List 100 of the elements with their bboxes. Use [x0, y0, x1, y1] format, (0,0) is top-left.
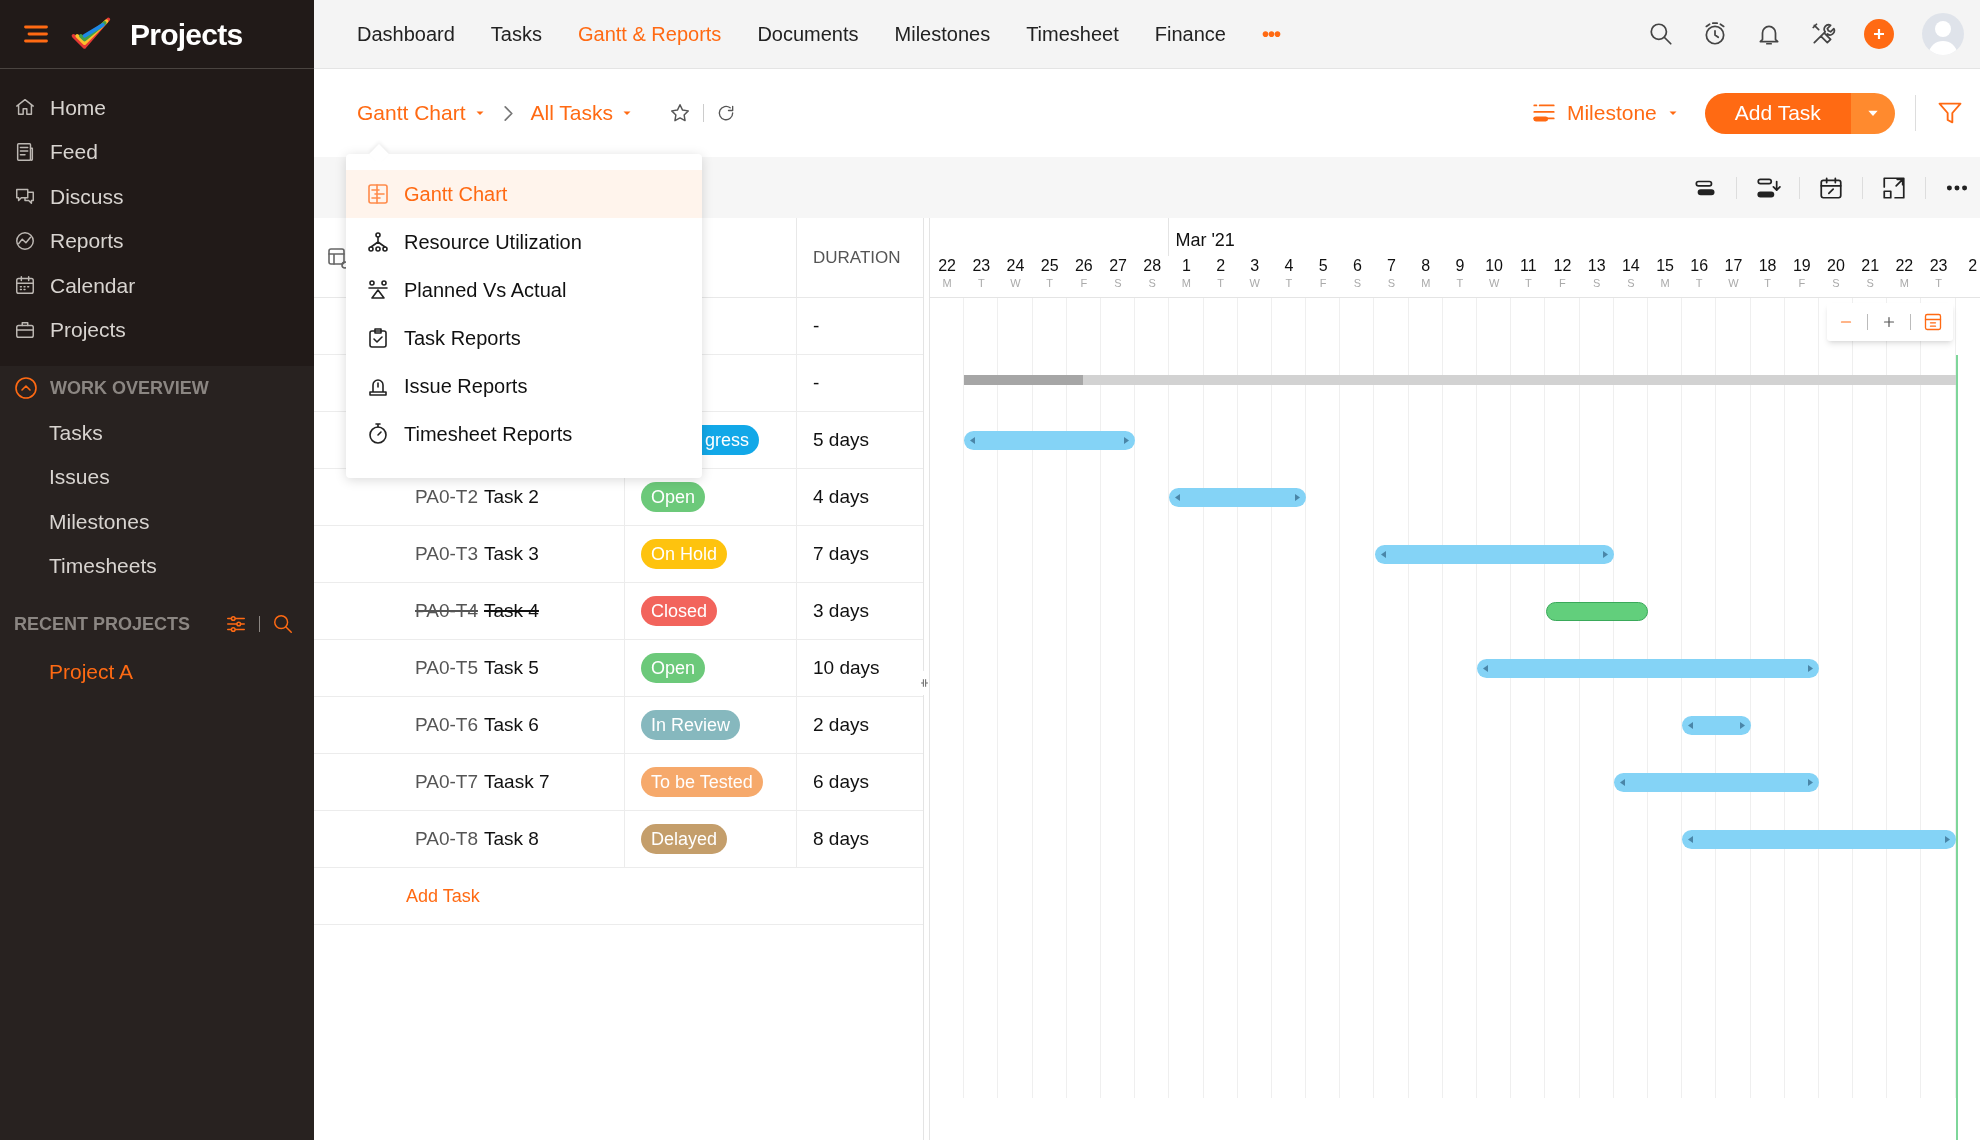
expand-icon[interactable] [1880, 174, 1907, 201]
weekday-label: M [1421, 276, 1431, 290]
task-bar[interactable] [1682, 716, 1751, 735]
day-number: 20 [1827, 256, 1845, 276]
weekday-label: T [1046, 276, 1053, 290]
task-name[interactable]: Task 2 [484, 482, 539, 512]
task-name[interactable]: Task 4 [484, 596, 539, 626]
weekday-label: W [1728, 276, 1739, 290]
task-id: PA0-T8 [415, 826, 478, 851]
day-number: 10 [1485, 256, 1503, 276]
sidebar-item[interactable]: Reports [0, 218, 314, 263]
day-number: 5 [1318, 256, 1328, 276]
duration-cell-text: 4 days [813, 484, 869, 509]
tools-icon[interactable] [1809, 21, 1836, 47]
fit-calendar-icon[interactable] [1923, 312, 1943, 332]
task-name[interactable]: Task 6 [484, 710, 539, 740]
weekday-label: S [1832, 276, 1840, 290]
task-name[interactable]: Task 3 [484, 539, 539, 569]
sidebar-item[interactable]: Discuss [0, 174, 314, 219]
day-number: 2 [1216, 256, 1226, 276]
task-id: PA0-T6 [415, 712, 478, 737]
duration-cell-text: 3 days [813, 598, 869, 623]
section-title: RECENT PROJECTS [14, 612, 192, 636]
day-number: 28 [1143, 256, 1162, 276]
weekday-label: F [1319, 276, 1327, 290]
sidebar-item[interactable]: Home [0, 85, 314, 130]
sidebar-item[interactable]: Milestones [49, 505, 150, 537]
day-number: 1 [1181, 256, 1191, 276]
project-link[interactable]: Project A [49, 656, 134, 688]
weekday-label: S [1387, 276, 1396, 290]
task-id: PA0-T7 [415, 769, 478, 794]
status-badge: Delayed [641, 824, 728, 854]
status-badge: Closed [641, 596, 718, 626]
search-icon[interactable] [272, 613, 294, 635]
task-id: PA0-T2 [415, 484, 478, 509]
duration-cell-text: 8 days [813, 826, 869, 851]
status-badge: On Hold [641, 539, 728, 569]
duration-cell-text: - [813, 370, 820, 395]
weekday-label: T [977, 276, 985, 290]
weekday-label: S [1114, 276, 1122, 290]
task-bar[interactable] [1545, 602, 1649, 621]
day-number: 16 [1690, 256, 1709, 276]
duration-cell-text: 2 days [813, 712, 869, 737]
sliders-icon[interactable] [225, 613, 247, 635]
weekday-label: M [1660, 276, 1670, 290]
day-number: 25 [1040, 256, 1059, 276]
weekday-label: S [1866, 276, 1874, 290]
sidebar-item[interactable]: Tasks [49, 416, 103, 448]
nav-tab[interactable]: Finance [1154, 19, 1226, 49]
weekday-label: F [1559, 276, 1566, 290]
day-number: 14 [1621, 256, 1640, 276]
star-icon[interactable] [669, 102, 692, 124]
add-options-button[interactable] [1850, 92, 1895, 134]
status-badge: In Review [641, 710, 741, 740]
gantt-icon [366, 182, 390, 206]
calendar-icon[interactable] [1817, 174, 1844, 201]
collapse-chevron-icon[interactable] [14, 376, 38, 400]
section-title: WORK OVERVIEW [50, 376, 209, 400]
task-name[interactable]: Task 8 [484, 824, 539, 854]
day-number: 21 [1861, 256, 1880, 276]
stopwatch-icon [366, 422, 390, 446]
nav-tab[interactable]: Documents [757, 19, 859, 49]
nav-tab[interactable]: Milestones [894, 19, 991, 49]
status-badge: To be Tested [641, 767, 763, 797]
day-number: 15 [1656, 256, 1674, 276]
duration-cell-text: 5 days [813, 427, 869, 452]
task-name[interactable]: Taask 7 [484, 767, 550, 797]
sidebar-item[interactable]: Timesheets [49, 550, 157, 582]
weekday-label: W [1010, 276, 1021, 290]
sidebar-item[interactable]: Feed [0, 129, 314, 174]
day-number: 17 [1724, 256, 1743, 276]
add-button[interactable] [1863, 19, 1894, 49]
day-number: 3 [1250, 256, 1260, 276]
duration-cell-text: 7 days [813, 541, 869, 566]
weekday-label: T [1764, 276, 1771, 290]
day-number: 22 [938, 256, 956, 276]
nav-tab[interactable]: Timesheet [1026, 19, 1119, 49]
calendar-icon [14, 274, 36, 297]
menu-item[interactable]: Planned Vs Actual [346, 266, 702, 314]
search-icon[interactable] [1647, 21, 1674, 47]
sidebar-item[interactable]: Projects [0, 307, 314, 352]
nav-tab[interactable]: Dashboard [357, 19, 455, 49]
sidebar-item[interactable]: Issues [49, 461, 110, 493]
menu-item[interactable]: Resource Utilization [346, 218, 702, 266]
weekday-label: F [1080, 276, 1088, 290]
task-id: PA0-T5 [415, 655, 478, 680]
weekday-label: T [1695, 276, 1703, 290]
day-number: 23 [1929, 256, 1948, 276]
menu-item[interactable]: Issue Reports [346, 362, 702, 410]
balance-icon [366, 278, 390, 302]
day-number: 27 [1109, 256, 1127, 276]
menu-item[interactable]: Task Reports [346, 314, 702, 362]
task-name[interactable]: Task 5 [484, 653, 539, 683]
app-title: Projects [130, 16, 243, 53]
duration-cell-text: 10 days [813, 655, 880, 680]
duration-cell-text: - [813, 313, 820, 338]
weekday-label: S [1353, 276, 1361, 290]
month-label: Mar '21 [1174, 229, 1235, 252]
nav-tab[interactable]: Tasks [490, 19, 542, 49]
sidebar-item[interactable]: Calendar [0, 263, 314, 308]
